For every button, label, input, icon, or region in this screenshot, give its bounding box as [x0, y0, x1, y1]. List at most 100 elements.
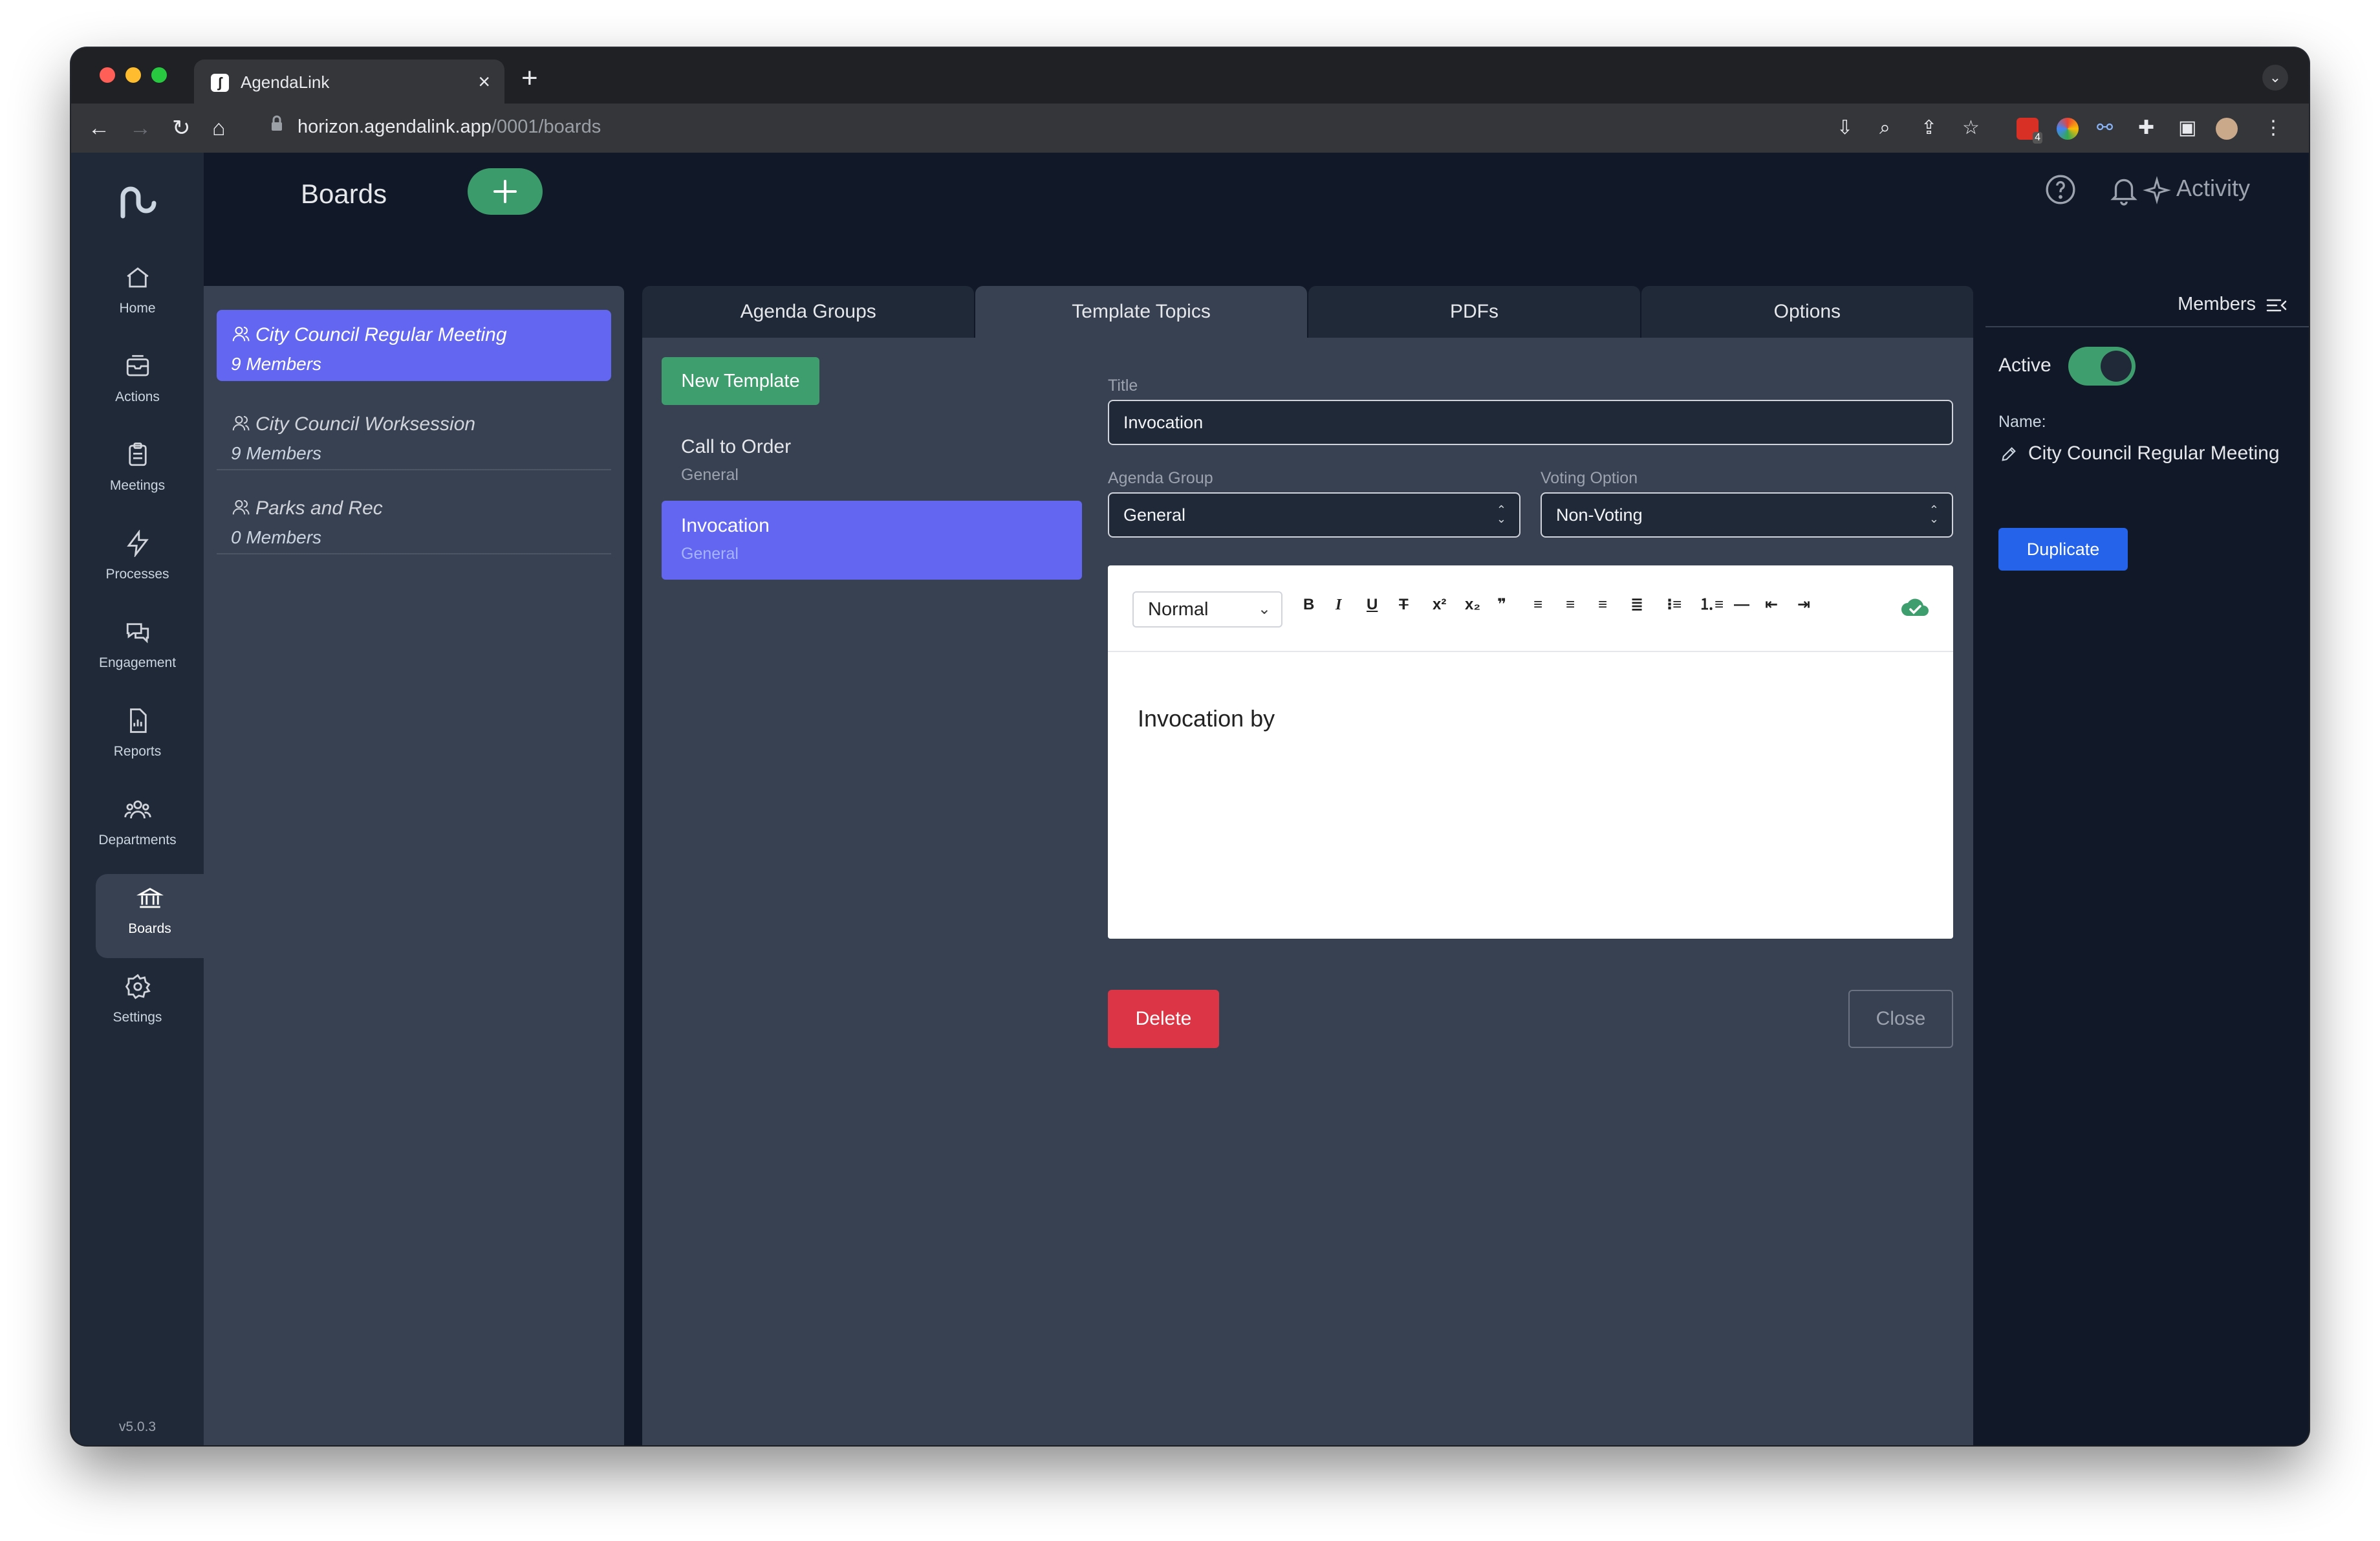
tab-search-button[interactable]: ⌄: [2262, 65, 2288, 91]
nav-engagement[interactable]: Engagement: [71, 608, 204, 692]
side-panel-icon[interactable]: ▣: [2178, 116, 2196, 140]
strikethrough-icon[interactable]: T: [1399, 595, 1409, 615]
template-topic-item[interactable]: Invocation General: [662, 501, 1082, 580]
url-text[interactable]: horizon.agendalink.app/0001/boards: [298, 116, 601, 138]
clipboard-icon: [128, 443, 147, 466]
extension-link-icon[interactable]: ⚯: [2097, 116, 2113, 140]
numbered-list-icon[interactable]: ⒈≡: [1699, 595, 1724, 615]
title-input[interactable]: Invocation: [1108, 400, 1953, 445]
nav-home[interactable]: Home: [71, 254, 204, 338]
align-left-icon[interactable]: ≡: [1533, 595, 1542, 615]
nav-boards[interactable]: Boards: [96, 874, 204, 958]
members-menu-icon[interactable]: [2266, 296, 2287, 314]
nav-label: Processes: [105, 567, 169, 582]
new-tab-button[interactable]: +: [521, 62, 538, 94]
close-button[interactable]: Close: [1848, 990, 1953, 1048]
nav-departments[interactable]: Departments: [71, 785, 204, 869]
extensions-puzzle-icon[interactable]: ✚: [2138, 116, 2154, 140]
editor-content[interactable]: Invocation by: [1138, 705, 1275, 732]
text-style-select[interactable]: Normal ⌄: [1132, 591, 1282, 628]
board-name: City Council Regular Meeting: [255, 324, 507, 345]
template-topic-item[interactable]: Call to Order General: [662, 422, 1082, 501]
forward-icon[interactable]: →: [129, 115, 151, 141]
share-icon[interactable]: ⇪: [1921, 116, 1937, 140]
browser-toolbar: ← → ↻ ⌂ horizon.agendalink.app/0001/boar…: [71, 104, 2309, 153]
nav-settings[interactable]: Settings: [71, 963, 204, 1047]
activity-button[interactable]: Activity: [2176, 175, 2250, 202]
users-icon: [124, 800, 151, 819]
extension-color-icon[interactable]: [2057, 118, 2079, 140]
lock-icon: [272, 115, 282, 131]
page-title: Boards: [301, 179, 387, 209]
browser-menu-icon[interactable]: ⋮: [2264, 116, 2283, 140]
toggle-knob: [2101, 351, 2132, 382]
select-arrows-icon: ⌃ ⌄: [1496, 503, 1506, 525]
duplicate-button[interactable]: Duplicate: [1998, 528, 2128, 571]
topic-name: Call to Order: [681, 436, 792, 457]
nav-meetings[interactable]: Meetings: [71, 431, 204, 515]
new-template-button[interactable]: New Template: [662, 357, 819, 405]
agendalink-favicon-icon: ʃ: [211, 74, 229, 92]
sparkle-icon[interactable]: [2143, 176, 2171, 204]
align-center-icon[interactable]: ≡: [1566, 595, 1575, 615]
editor-toolbar: Normal ⌄ B I U T x² x₂ ❞ ≡ ≡ ≡ ≣ ⁝≡ ⒈≡ —…: [1108, 565, 1953, 652]
agendalink-logo-icon[interactable]: [115, 177, 160, 223]
gear-icon: [125, 974, 151, 1000]
browser-tab[interactable]: ʃ AgendaLink ×: [194, 60, 504, 104]
members-button[interactable]: Members: [2178, 294, 2256, 315]
tab-close-icon[interactable]: ×: [478, 70, 490, 94]
agenda-group-label: Agenda Group: [1108, 469, 1213, 487]
bold-icon[interactable]: B: [1303, 595, 1314, 615]
reload-icon[interactable]: ↻: [172, 115, 191, 141]
voting-option-select[interactable]: Non-Voting ⌃ ⌄: [1541, 492, 1953, 538]
tab-options[interactable]: Options: [1641, 286, 1973, 338]
nav-label: Boards: [128, 921, 171, 936]
pencil-icon[interactable]: [2000, 445, 2018, 463]
indent-icon[interactable]: ⇥: [1797, 595, 1810, 615]
extension-calendar-icon[interactable]: 4: [2017, 118, 2042, 144]
active-toggle[interactable]: [2068, 347, 2136, 386]
outdent-icon[interactable]: ⇤: [1765, 595, 1778, 615]
install-icon[interactable]: ⇩: [1837, 116, 1853, 140]
agenda-group-select[interactable]: General ⌃ ⌄: [1108, 492, 1520, 538]
subscript-icon[interactable]: x₂: [1465, 595, 1480, 615]
align-justify-icon[interactable]: ≣: [1630, 595, 1643, 615]
underline-icon[interactable]: U: [1367, 595, 1378, 615]
board-member-count: 0 Members: [231, 527, 322, 547]
back-icon[interactable]: ←: [88, 115, 110, 141]
delete-button[interactable]: Delete: [1108, 990, 1219, 1048]
board-item[interactable]: Parks and Rec 0 Members: [217, 483, 611, 554]
nav-label: Engagement: [98, 655, 177, 670]
board-details-sidebar: Members Active Name: City Council Regula…: [1985, 286, 2309, 1445]
horizontal-rule-icon[interactable]: —: [1734, 595, 1749, 615]
align-right-icon[interactable]: ≡: [1598, 595, 1607, 615]
home-browser-icon[interactable]: ⌂: [212, 115, 226, 141]
italic-icon[interactable]: I: [1336, 595, 1341, 615]
bookmark-star-icon[interactable]: ☆: [1962, 116, 1980, 140]
zoom-icon[interactable]: ⌕: [1879, 116, 1890, 140]
nav-actions[interactable]: Actions: [71, 342, 204, 426]
tab-pdfs[interactable]: PDFs: [1308, 286, 1641, 338]
profile-avatar[interactable]: [2216, 118, 2238, 140]
close-window-button[interactable]: [100, 67, 115, 83]
board-member-count: 9 Members: [231, 443, 322, 463]
blockquote-icon[interactable]: ❞: [1497, 595, 1506, 615]
maximize-window-button[interactable]: [151, 67, 167, 83]
board-item[interactable]: City Council Worksession 9 Members: [217, 399, 611, 470]
bell-icon[interactable]: [2108, 173, 2140, 206]
nav-processes[interactable]: Processes: [71, 519, 204, 604]
building-icon: [136, 888, 164, 908]
nav-label: Departments: [98, 833, 177, 847]
tab-agenda-groups[interactable]: Agenda Groups: [642, 286, 975, 338]
bullet-list-icon[interactable]: ⁝≡: [1667, 595, 1682, 615]
help-icon[interactable]: [2044, 173, 2077, 206]
voting-option-label: Voting Option: [1541, 469, 1638, 487]
select-arrows-icon: ⌃ ⌄: [1929, 503, 1939, 525]
superscript-icon[interactable]: x²: [1433, 595, 1446, 615]
tab-template-topics[interactable]: Template Topics: [975, 286, 1308, 338]
minimize-window-button[interactable]: [125, 67, 141, 83]
nav-reports[interactable]: Reports: [71, 697, 204, 781]
board-item[interactable]: City Council Regular Meeting 9 Members: [217, 310, 611, 381]
add-board-button[interactable]: [468, 168, 543, 215]
board-name-value[interactable]: City Council Regular Meeting: [2028, 443, 2280, 464]
